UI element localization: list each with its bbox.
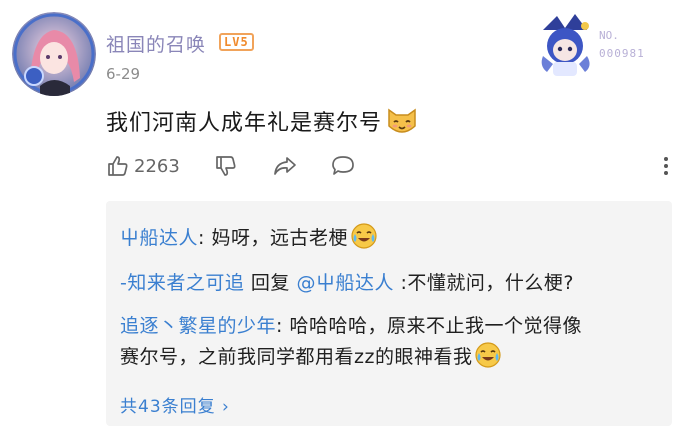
like-button[interactable]: 2263 (106, 154, 180, 178)
reply-text: 不懂就问，什么梗? (407, 272, 575, 294)
reply-separator: : (276, 315, 290, 337)
fan-badge-mascot-icon (541, 14, 590, 76)
reply-author[interactable]: 追逐丶繁星的少年 (120, 315, 276, 337)
avatar[interactable] (12, 12, 96, 96)
thumbs-down-icon (216, 156, 236, 176)
reply-word: 回复 (244, 272, 297, 294)
reply-item[interactable]: 屮船达人: 妈呀，远古老梗 (120, 222, 378, 259)
replies-panel: 屮船达人: 妈呀，远古老梗 -知来者之可追 回复 @屮船达人 :不懂就问，什么梗… (106, 201, 672, 426)
share-icon (274, 157, 296, 175)
reply-item[interactable]: -知来者之可追 回复 @屮船达人 :不懂就问，什么梗? (120, 268, 574, 298)
more-options-button[interactable] (662, 154, 670, 178)
comment-icon (332, 156, 354, 175)
fan-badge[interactable]: NO. 000981 (535, 12, 670, 78)
post-content: 我们河南人成年礼是赛尔号 (106, 105, 418, 142)
reply-author[interactable]: -知来者之可追 (120, 272, 244, 294)
fan-badge-number: 000981 (599, 47, 645, 60)
like-count: 2263 (134, 155, 180, 177)
reply-text: 妈呀，远古老梗 (211, 227, 348, 249)
reply-author[interactable]: 屮船达人 (120, 227, 198, 249)
fan-badge-no-label: NO. (599, 29, 619, 42)
laugh-cry-icon (350, 222, 378, 259)
reply-text-continued: 赛尔号，之前我同学都用看zz的眼神看我 (120, 346, 473, 368)
reply-mention[interactable]: @屮船达人 (296, 272, 394, 294)
username[interactable]: 祖国的召唤 (106, 30, 206, 57)
reply-separator: : (198, 227, 212, 249)
reply-text: 哈哈哈哈，原来不止我一个觉得像 (289, 315, 582, 337)
comment-button[interactable] (330, 154, 356, 178)
more-replies-link[interactable]: 共43条回复 › (120, 392, 230, 417)
more-vertical-icon (664, 157, 668, 175)
reply-separator: : (393, 272, 408, 294)
reply-item[interactable]: 追逐丶繁星的少年: 哈哈哈哈，原来不止我一个觉得像 赛尔号，之前我同学都用看zz… (120, 311, 582, 378)
share-button[interactable] (272, 154, 298, 178)
level-badge: LV5 (219, 33, 254, 51)
action-bar: 2263 (106, 154, 670, 184)
post-content-text: 我们河南人成年礼是赛尔号 (106, 111, 383, 136)
thumbs-up-icon (108, 156, 128, 176)
cat-face-icon (386, 106, 418, 142)
laugh-cry-icon (474, 341, 502, 378)
dislike-button[interactable] (214, 154, 238, 178)
post-date: 6-29 (106, 65, 141, 83)
